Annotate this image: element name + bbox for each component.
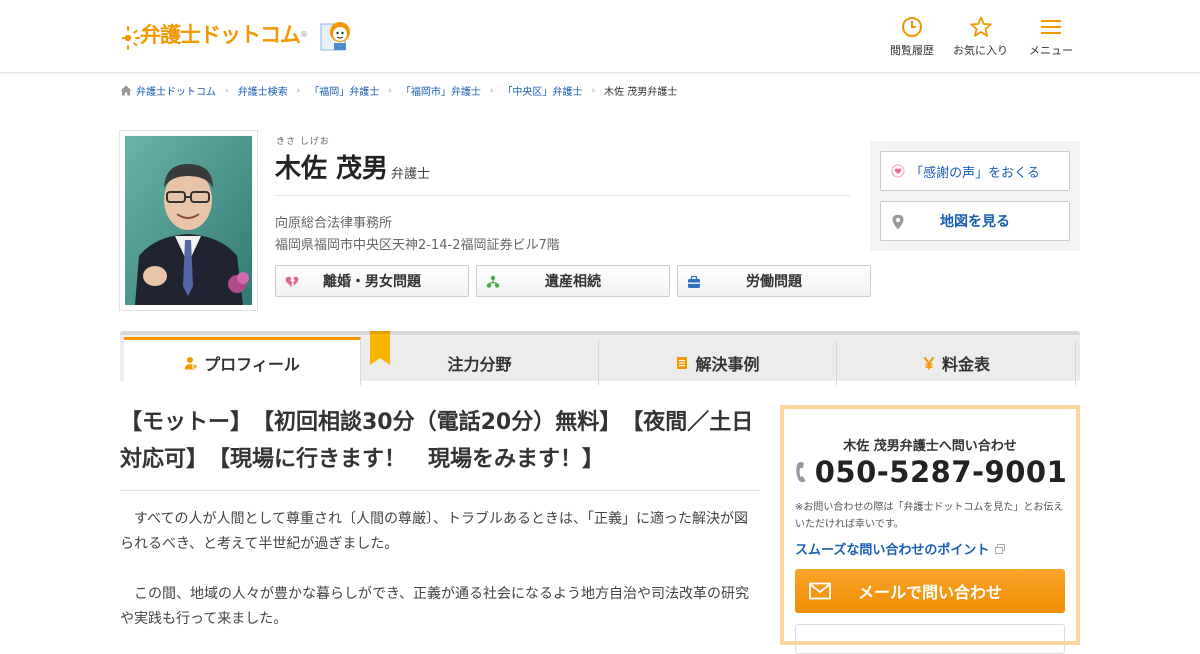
breadcrumb: 弁護士ドットコム › 弁護士検索 › 「福岡」弁護士 › 「福岡市」弁護士 › … bbox=[120, 83, 677, 98]
lawyer-photo bbox=[125, 136, 252, 305]
lawyer-name: 木佐 茂男 bbox=[275, 154, 389, 184]
tab-fees-label: 料金表 bbox=[941, 354, 990, 374]
breadcrumb-lawyer-search[interactable]: 弁護士検索 bbox=[238, 83, 288, 98]
email-inquiry-label: メールで問い合わせ bbox=[857, 583, 1002, 602]
office-address: 福岡県福岡市中央区天神2-14-2福岡証券ビル7階 bbox=[275, 238, 560, 253]
clock-icon bbox=[902, 17, 922, 37]
history-label: 閲覧履歴 bbox=[890, 44, 934, 57]
home-icon[interactable] bbox=[120, 85, 132, 96]
favorites-nav[interactable]: お気に入り bbox=[953, 16, 1008, 58]
briefcase-icon bbox=[688, 275, 700, 288]
divider bbox=[275, 195, 850, 196]
broken-heart-icon bbox=[285, 276, 299, 288]
breadcrumb-separator: › bbox=[296, 85, 301, 96]
tab-focus-areas-label: 注力分野 bbox=[447, 354, 512, 374]
field-divorce-button[interactable]: 離婚・男女問題 bbox=[275, 265, 469, 297]
view-map-button[interactable]: 地図を見る bbox=[880, 201, 1070, 241]
phone-number[interactable]: 050-5287-9001 bbox=[815, 455, 1068, 489]
send-thanks-label: 「感謝の声」をおくる bbox=[910, 165, 1040, 181]
lawyer-portrait-image bbox=[125, 136, 252, 305]
map-pin-icon bbox=[892, 214, 904, 230]
contact-tips-label: スムーズな問い合わせのポイント bbox=[795, 543, 990, 558]
logo-text: 弁護士ドットコム bbox=[140, 23, 301, 47]
breadcrumb-fukuoka[interactable]: 「福岡」弁護士 bbox=[309, 83, 379, 98]
tab-profile[interactable]: プロフィール bbox=[124, 337, 361, 385]
site-header: 弁護士ドットコム ® 閲覧履歴 お気に入り メニュー bbox=[0, 0, 1200, 73]
email-inquiry-button[interactable]: メールで問い合わせ bbox=[795, 569, 1065, 613]
person-icon bbox=[184, 356, 199, 369]
contact-title: 木佐 茂男弁護士へ問い合わせ bbox=[843, 439, 1017, 454]
field-divorce-label: 離婚・男女問題 bbox=[323, 274, 421, 290]
tab-focus-areas[interactable]: 注力分野 bbox=[361, 340, 599, 385]
phone-icon bbox=[795, 461, 806, 483]
profile-paragraph: すべての人が人間として尊重され〔人間の尊厳〕、トラブルあるときは、「正義」に適っ… bbox=[120, 511, 749, 552]
profile-actions: 「感謝の声」をおくる 地図を見る bbox=[870, 141, 1080, 251]
breadcrumb-separator: › bbox=[388, 85, 392, 96]
yen-icon bbox=[923, 356, 935, 369]
field-labor-label: 労働問題 bbox=[746, 274, 802, 290]
breadcrumb-fukuoka-city[interactable]: 「福岡市」弁護士 bbox=[401, 83, 481, 98]
profile-paragraph: この間、地域の人々が豊かな暮らしができ、正義が通る社会になるよう地方自治や司法改… bbox=[120, 586, 750, 627]
secondary-contact-button[interactable] bbox=[795, 624, 1065, 654]
contact-note: ※お問い合わせの際は「弁護士ドットコムを見た」とお伝えいただければ幸いです。 bbox=[795, 502, 1064, 530]
logo-registered-mark: ® bbox=[300, 29, 308, 39]
contact-tips-link[interactable]: スムーズな問い合わせのポイント bbox=[795, 539, 1006, 558]
contact-panel: 木佐 茂男弁護士へ問い合わせ 050-5287-9001 ※お問い合わせの際は「… bbox=[780, 405, 1080, 654]
document-icon bbox=[677, 356, 688, 369]
name-ruby: きさ しげお bbox=[276, 137, 330, 147]
menu-label: メニュー bbox=[1029, 44, 1073, 57]
menu-nav[interactable]: メニュー bbox=[1029, 16, 1073, 58]
divider bbox=[120, 490, 760, 491]
breadcrumb-home[interactable]: 弁護士ドットコム bbox=[136, 83, 216, 98]
field-labor-button[interactable]: 労働問題 bbox=[677, 265, 871, 297]
office-name: 向原総合法律事務所 bbox=[275, 216, 393, 231]
phone-number-row[interactable]: 050-5287-9001 bbox=[784, 455, 1076, 489]
favorites-label: お気に入り bbox=[953, 44, 1008, 57]
bookmark-icon[interactable] bbox=[370, 331, 390, 365]
field-inheritance-label: 遺産相続 bbox=[545, 274, 601, 290]
tab-fees[interactable]: 料金表 bbox=[837, 340, 1076, 385]
history-nav[interactable]: 閲覧履歴 bbox=[890, 16, 934, 58]
star-icon bbox=[969, 16, 992, 37]
family-tree-icon bbox=[486, 275, 500, 288]
heart-message-icon bbox=[891, 164, 905, 178]
breadcrumb-chuo-ward[interactable]: 「中央区」弁護士 bbox=[502, 83, 582, 98]
tab-case-examples-label: 解決事例 bbox=[695, 354, 760, 374]
breadcrumb-separator: › bbox=[489, 85, 494, 96]
profile-tabs: プロフィール 注力分野 解決事例 料金表 bbox=[120, 331, 1080, 385]
lawyer-photo-frame bbox=[119, 130, 258, 311]
send-thanks-button[interactable]: 「感謝の声」をおくる bbox=[880, 151, 1070, 191]
field-inheritance-button[interactable]: 遺産相続 bbox=[476, 265, 670, 297]
motto-heading: 【モットー】 【初回相談30分（電話20分）無料】 【夜間／土日対応可】 【現場… bbox=[120, 410, 754, 472]
external-window-icon bbox=[995, 543, 1006, 554]
breadcrumb-separator: › bbox=[591, 85, 596, 96]
mail-icon bbox=[809, 582, 831, 600]
sun-logo-icon bbox=[122, 26, 140, 50]
site-logo[interactable]: 弁護士ドットコム ® bbox=[122, 14, 354, 54]
breadcrumb-separator: › bbox=[225, 85, 229, 96]
tab-case-examples[interactable]: 解決事例 bbox=[599, 340, 837, 385]
menu-icon bbox=[1041, 20, 1061, 34]
view-map-label: 地図を見る bbox=[940, 214, 1010, 230]
breadcrumb-current: 木佐 茂男弁護士 bbox=[604, 87, 678, 98]
lawyer-title: 弁護士 bbox=[391, 167, 431, 182]
mascot-icon bbox=[320, 22, 350, 51]
tab-profile-label: プロフィール bbox=[204, 354, 300, 374]
